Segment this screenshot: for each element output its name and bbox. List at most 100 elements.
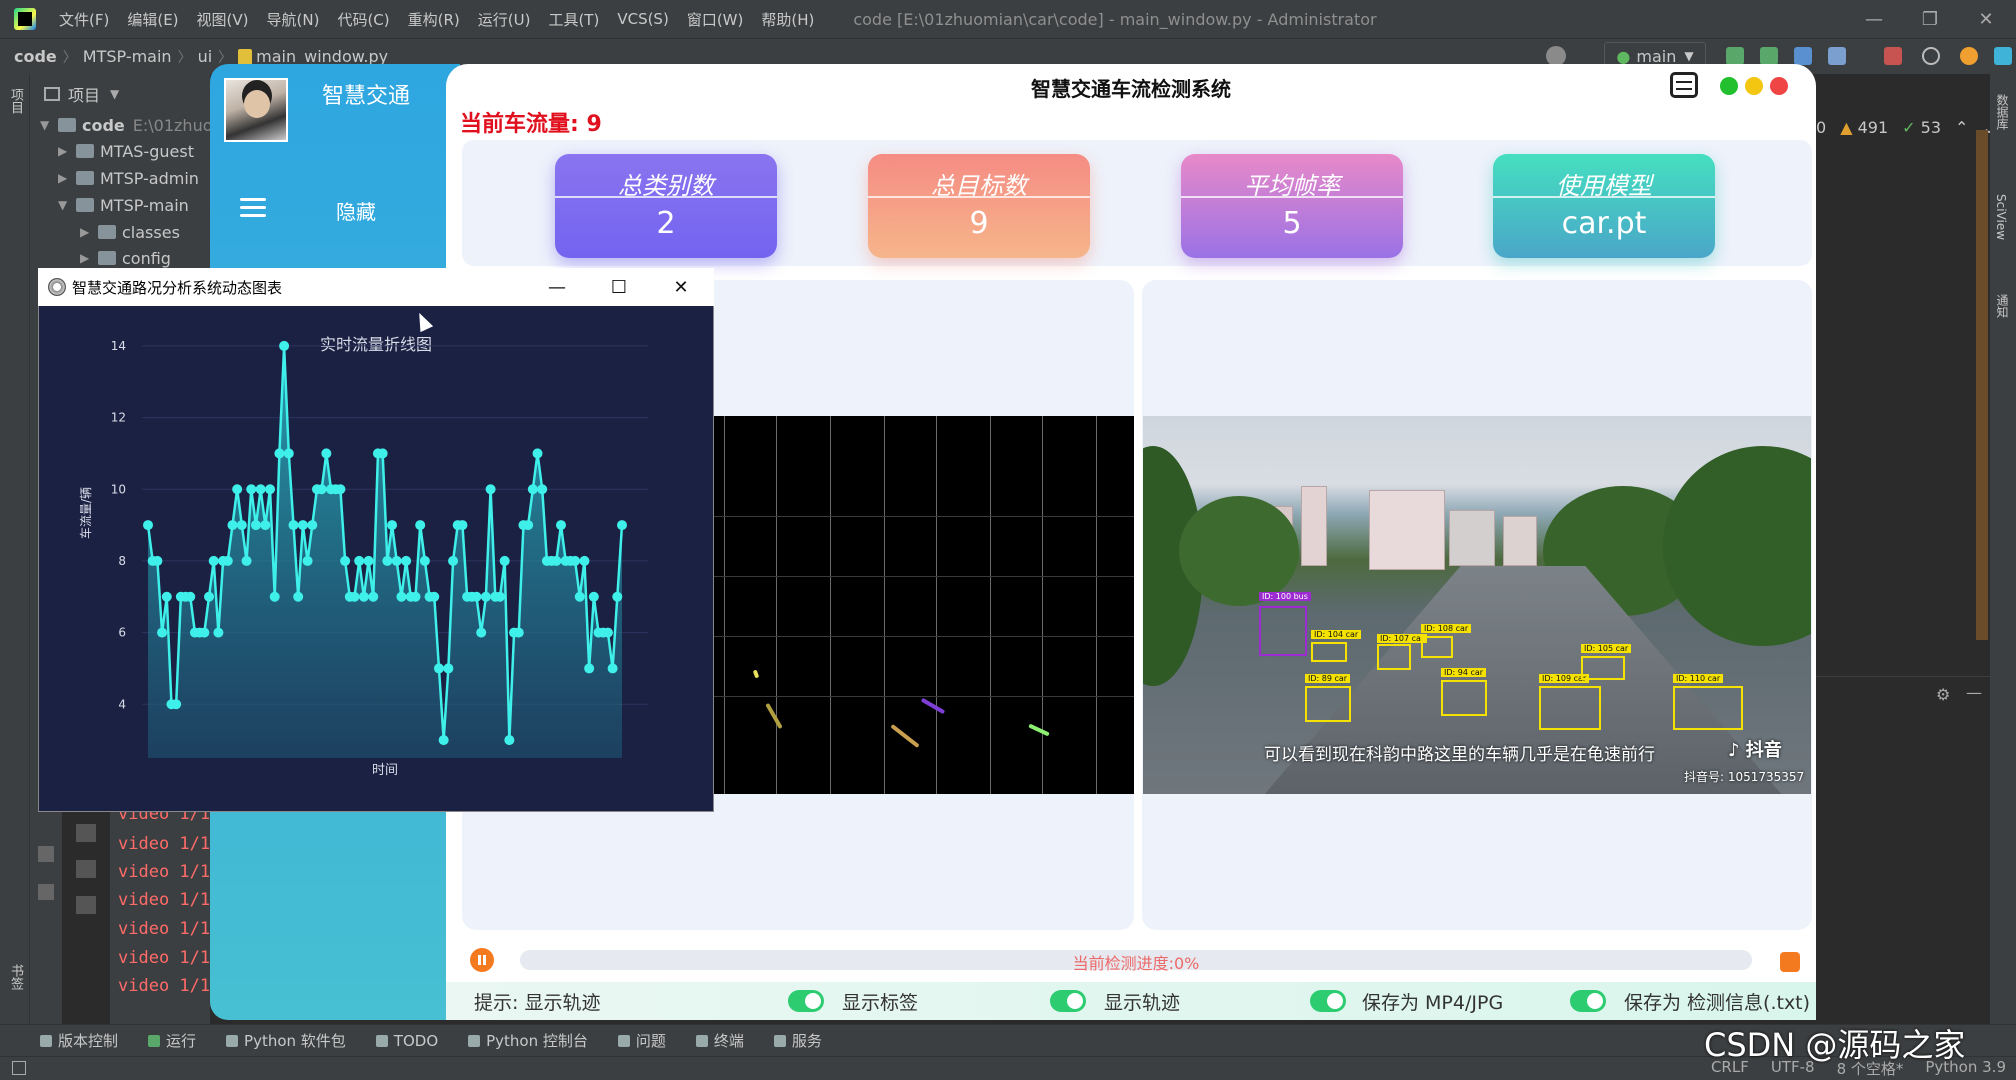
breadcrumb-item[interactable]: MTSP-main bbox=[83, 47, 172, 66]
editor-error-stripe[interactable] bbox=[1976, 130, 1988, 640]
tree-item-code[interactable]: ▼ code E:\01zhuo bbox=[40, 112, 213, 138]
tree-item-mtsp-main[interactable]: ▼ MTSP-main bbox=[58, 192, 189, 218]
chevron-down-icon[interactable]: ▼ bbox=[40, 118, 58, 132]
chart-close-icon[interactable]: ✕ bbox=[652, 268, 710, 306]
ide-restore-icon[interactable]: ❐ bbox=[1904, 0, 1956, 38]
chevron-right-icon[interactable]: ▶ bbox=[80, 251, 98, 265]
stat-card-title: 总目标数 bbox=[868, 154, 1090, 200]
gear-icon[interactable]: ⚙ bbox=[1936, 685, 1950, 704]
douyin-id: 抖音号: 1051735357 bbox=[1684, 770, 1805, 784]
tab-version-control[interactable]: 版本控制 bbox=[40, 1030, 118, 1051]
weak-warning-count-value: 53 bbox=[1920, 118, 1941, 137]
notifications-tool-tab[interactable]: 通知 bbox=[1994, 294, 2011, 318]
tab-run[interactable]: 运行 bbox=[148, 1030, 196, 1051]
tab-python-packages[interactable]: Python 软件包 bbox=[226, 1030, 346, 1051]
tab-terminal[interactable]: 终端 bbox=[695, 1030, 744, 1051]
close-dot-button[interactable] bbox=[1770, 77, 1788, 95]
show-labels-toggle[interactable] bbox=[788, 990, 824, 1012]
bookmarks-tool-tab[interactable]: 书签 bbox=[6, 964, 25, 990]
data-point bbox=[419, 555, 430, 566]
menu-tools[interactable]: 工具(T) bbox=[539, 9, 608, 30]
pycharm-logo-icon[interactable] bbox=[14, 8, 36, 30]
data-point bbox=[396, 591, 407, 602]
sciview-tool-tab[interactable]: SciView bbox=[1994, 194, 2008, 240]
chart-maximize-icon[interactable]: ☐ bbox=[590, 268, 648, 306]
update-icon[interactable] bbox=[1960, 47, 1978, 65]
tree-item-mtsp-admin[interactable]: ▶ MTSP-admin bbox=[58, 165, 199, 191]
menu-vcs[interactable]: VCS(S) bbox=[608, 10, 677, 28]
trash-icon[interactable] bbox=[76, 896, 96, 914]
breadcrumb-item[interactable]: code bbox=[14, 47, 57, 66]
menu-file[interactable]: 文件(F) bbox=[50, 9, 118, 30]
data-point bbox=[457, 520, 468, 531]
menu-navigate[interactable]: 导航(N) bbox=[258, 9, 329, 30]
data-point bbox=[579, 555, 590, 566]
menu-edit[interactable]: 编辑(E) bbox=[118, 9, 187, 30]
sidebar-title: 智慧交通 bbox=[322, 84, 411, 109]
tree-item-mtas-guest[interactable]: ▶ MTAS-guest bbox=[58, 138, 194, 164]
minimize-panel-icon[interactable]: — bbox=[1966, 683, 1982, 702]
data-point bbox=[232, 484, 243, 495]
user-icon[interactable] bbox=[1546, 46, 1566, 66]
menu-code[interactable]: 代码(C) bbox=[328, 9, 398, 30]
folder-icon bbox=[98, 225, 116, 239]
project-panel-title[interactable]: 项目 bbox=[68, 82, 100, 106]
menu-run[interactable]: 运行(U) bbox=[469, 9, 540, 30]
menu-help[interactable]: 帮助(H) bbox=[752, 9, 823, 30]
settings-toggle-icon[interactable] bbox=[1670, 72, 1698, 98]
data-point bbox=[588, 591, 599, 602]
pause-button[interactable] bbox=[470, 948, 494, 972]
scroll-to-end-icon[interactable] bbox=[76, 824, 96, 842]
rerun-icon[interactable] bbox=[1726, 47, 1744, 65]
detection-tag: ID: 100 bus bbox=[1259, 592, 1311, 601]
ide-close-icon[interactable]: ✕ bbox=[1960, 0, 2012, 38]
layout-icon[interactable] bbox=[38, 846, 54, 862]
panel-toggle-icon[interactable] bbox=[12, 1061, 26, 1075]
menu-view[interactable]: 视图(V) bbox=[188, 9, 258, 30]
project-tool-tab[interactable]: 项目 bbox=[6, 88, 25, 114]
data-point bbox=[363, 555, 374, 566]
coverage-icon[interactable] bbox=[1794, 47, 1812, 65]
tab-problems[interactable]: 问题 bbox=[617, 1030, 666, 1051]
stop-button[interactable] bbox=[1780, 952, 1800, 972]
chevron-right-icon[interactable]: ▶ bbox=[80, 225, 98, 239]
search-icon[interactable] bbox=[1922, 47, 1940, 65]
detection-tag: ID: 108 car bbox=[1421, 624, 1472, 633]
debug-icon[interactable] bbox=[1760, 47, 1778, 65]
save-txt-toggle[interactable] bbox=[1570, 990, 1606, 1012]
tab-python-console[interactable]: Python 控制台 bbox=[468, 1030, 588, 1051]
building bbox=[1503, 516, 1537, 566]
maximize-dot-button[interactable] bbox=[1720, 77, 1738, 95]
hide-sidebar-button[interactable]: 隐藏 bbox=[336, 196, 376, 225]
chevron-down-icon[interactable]: ▼ bbox=[58, 198, 76, 212]
save-mp4-toggle[interactable] bbox=[1310, 990, 1346, 1012]
chevron-down-icon[interactable]: ▼ bbox=[110, 87, 119, 101]
stop-icon[interactable] bbox=[1884, 47, 1902, 65]
show-trajectory-toggle[interactable] bbox=[1050, 990, 1086, 1012]
hamburger-menu-icon[interactable] bbox=[240, 198, 266, 218]
print-icon[interactable] bbox=[76, 860, 96, 878]
tab-label: 服务 bbox=[791, 1032, 822, 1050]
data-point bbox=[143, 520, 153, 531]
tab-todo[interactable]: TODO bbox=[375, 1032, 438, 1050]
inspection-widget[interactable]: 0 ▲ 491 ✓ 53 ⌃ ⌄ bbox=[1816, 118, 1996, 137]
menu-refactor[interactable]: 重构(R) bbox=[399, 9, 469, 30]
data-point bbox=[227, 520, 238, 531]
chevron-up-icon[interactable]: ⌃ bbox=[1955, 118, 1968, 137]
realtime-flow-chart: 实时流量折线图 4 6 8 10 12 14 时间 车流量/辆 bbox=[78, 335, 648, 778]
breadcrumb-item[interactable]: ui bbox=[198, 47, 213, 66]
tree-item-classes[interactable]: ▶ classes bbox=[80, 219, 180, 245]
database-tool-tab[interactable]: 数据库 bbox=[1994, 94, 2011, 130]
minimize-dot-button[interactable] bbox=[1745, 77, 1763, 95]
data-point bbox=[555, 520, 566, 531]
chart-minimize-icon[interactable]: — bbox=[528, 268, 586, 306]
menu-window[interactable]: 窗口(W) bbox=[678, 9, 753, 30]
profile-icon[interactable] bbox=[1828, 47, 1846, 65]
plugin-icon[interactable] bbox=[1994, 47, 2012, 65]
pin-icon[interactable] bbox=[38, 884, 54, 900]
tab-services[interactable]: 服务 bbox=[773, 1030, 822, 1051]
chevron-right-icon[interactable]: ▶ bbox=[58, 171, 76, 185]
ide-minimize-icon[interactable]: — bbox=[1848, 0, 1900, 38]
trajectory-streak bbox=[920, 697, 946, 715]
chevron-right-icon[interactable]: ▶ bbox=[58, 144, 76, 158]
